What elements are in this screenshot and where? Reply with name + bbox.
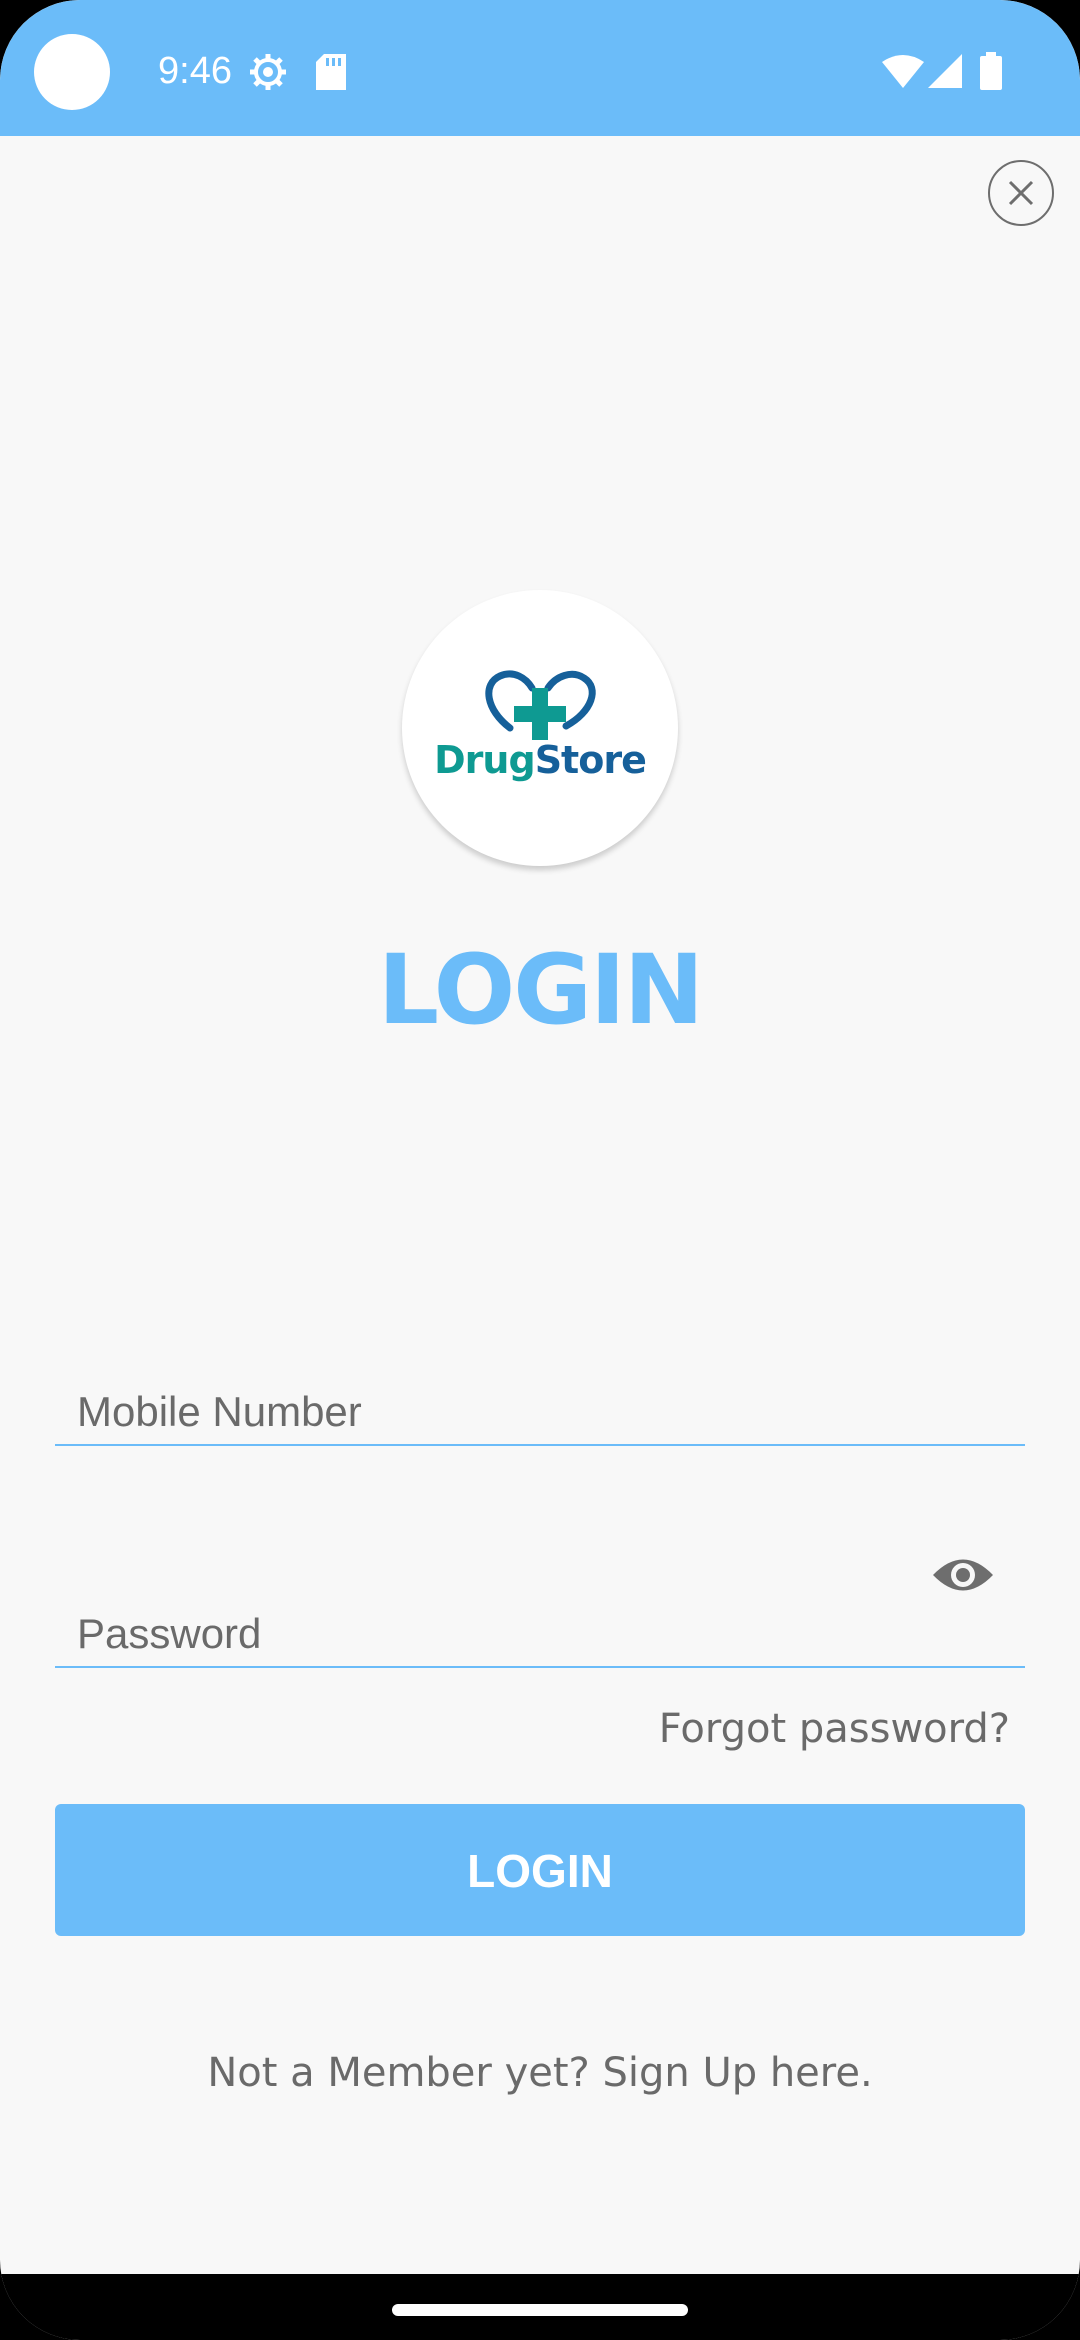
status-bar: 9:46 — [0, 0, 1080, 136]
mobile-number-input[interactable] — [77, 1388, 957, 1436]
sd-card-icon — [316, 54, 346, 90]
logo-word-drug: Drug — [434, 738, 536, 782]
password-field — [55, 1559, 1025, 1668]
status-time: 9:46 — [158, 50, 232, 92]
logo-wordmark: DrugStore — [402, 738, 678, 782]
forgot-password-link[interactable]: Forgot password? — [659, 1706, 1010, 1752]
login-button[interactable]: LOGIN — [55, 1804, 1025, 1936]
close-button[interactable] — [988, 160, 1054, 226]
mobile-number-field — [55, 1364, 1025, 1446]
camera-cutout — [34, 34, 110, 110]
signup-link[interactable]: Not a Member yet? Sign Up here. — [0, 2050, 1080, 2096]
wifi-icon — [882, 55, 924, 88]
logo-word-store: Store — [534, 738, 647, 782]
close-icon — [1008, 180, 1034, 206]
password-input[interactable] — [77, 1610, 957, 1658]
drugstore-logo: DrugStore — [402, 590, 678, 866]
login-screen: 9:46 DrugStore LOGIN Mobile Number Forgo… — [0, 0, 1080, 2340]
settings-gear-icon — [250, 54, 286, 90]
home-indicator[interactable] — [392, 2304, 688, 2316]
page-title: LOGIN — [377, 934, 704, 1046]
heart-cross-icon — [485, 670, 596, 740]
signal-icon — [928, 54, 962, 88]
battery-icon — [980, 52, 1002, 90]
eye-icon[interactable] — [931, 1550, 995, 1600]
